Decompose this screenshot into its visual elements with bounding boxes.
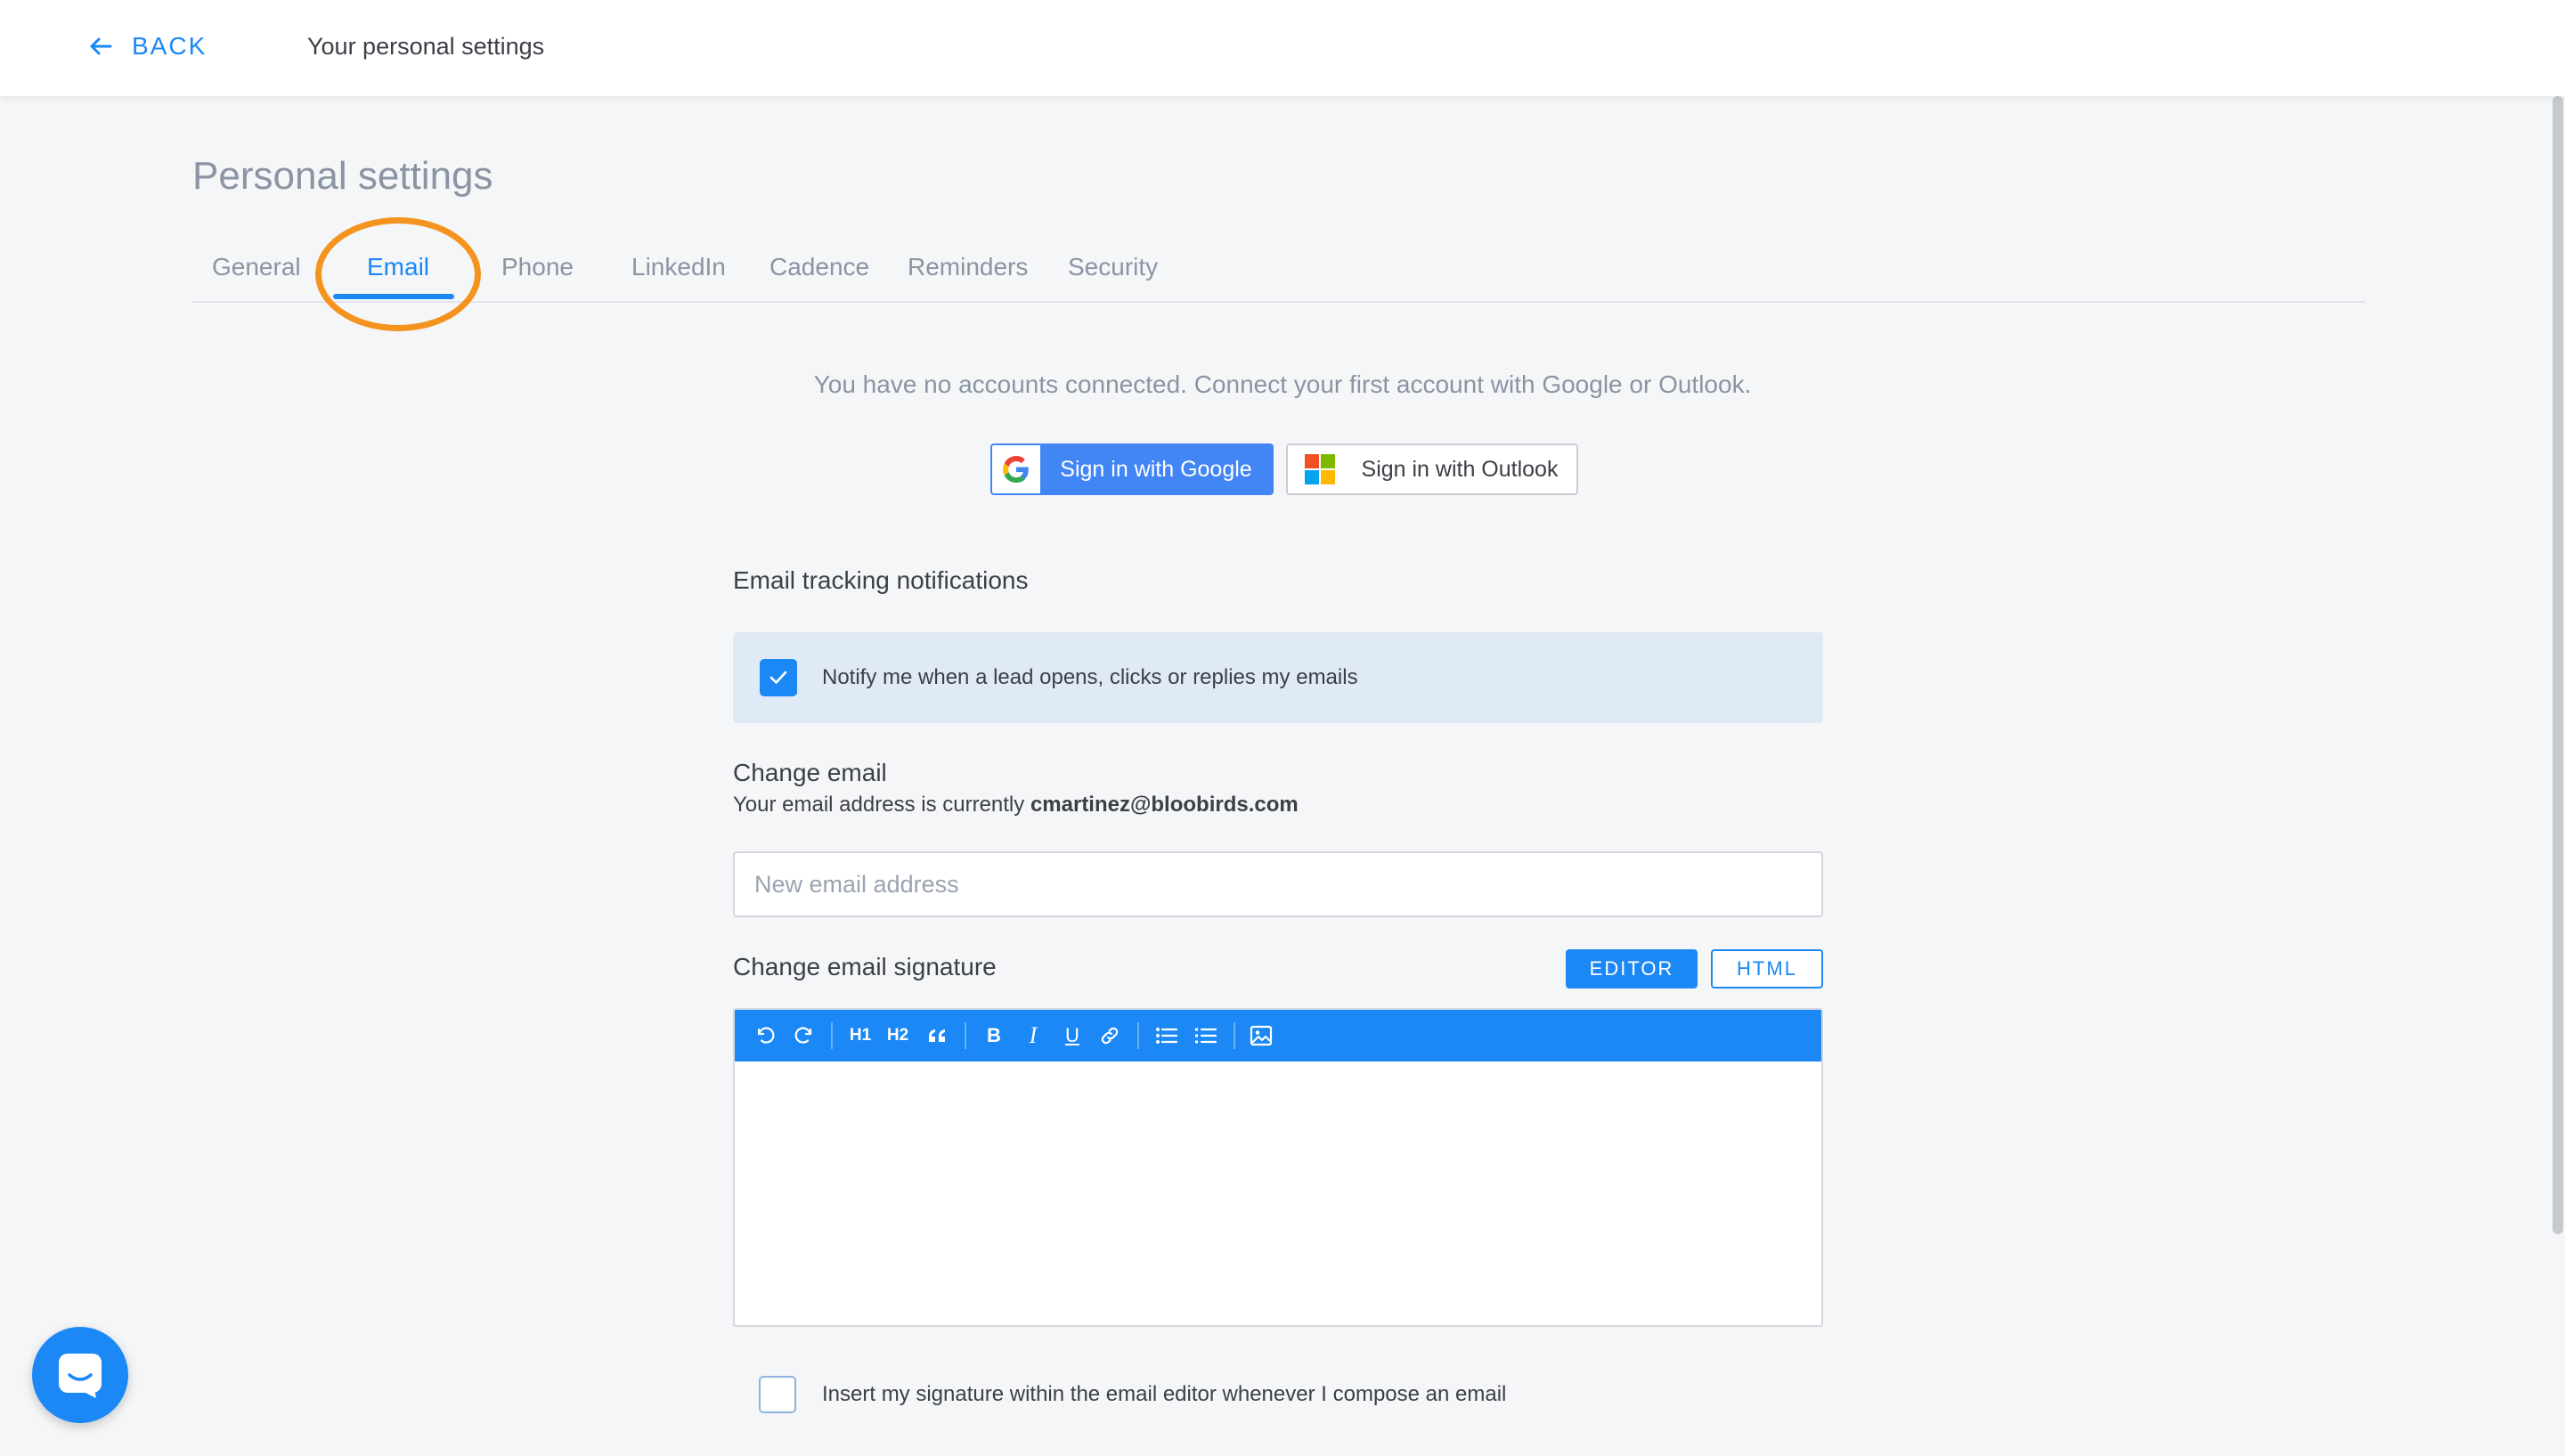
notify-checkbox[interactable] bbox=[760, 659, 797, 696]
sign-in-outlook-label: Sign in with Outlook bbox=[1361, 456, 1559, 482]
change-email-title: Change email bbox=[733, 759, 887, 786]
numbered-list-icon[interactable] bbox=[1191, 1021, 1221, 1051]
sign-in-outlook-button[interactable]: Sign in with Outlook bbox=[1286, 443, 1578, 495]
back-label: BACK bbox=[132, 32, 208, 60]
google-logo-icon bbox=[992, 445, 1040, 493]
tab-linkedin[interactable]: LinkedIn bbox=[631, 253, 726, 281]
signature-section-title: Change email signature bbox=[733, 953, 997, 980]
page-title: Personal settings bbox=[192, 154, 493, 198]
header-title: Your personal settings bbox=[307, 32, 545, 60]
sign-in-google-button[interactable]: Sign in with Google bbox=[990, 443, 1274, 495]
insert-signature-checkbox[interactable] bbox=[759, 1376, 796, 1413]
active-tab-indicator bbox=[333, 294, 454, 299]
settings-tabs: General Email Phone LinkedIn Cadence Rem… bbox=[192, 240, 2366, 303]
quote-icon[interactable] bbox=[922, 1021, 952, 1051]
current-email-text: Your email address is currently cmartine… bbox=[733, 793, 1299, 817]
sign-in-google-label: Sign in with Google bbox=[1060, 456, 1252, 482]
toolbar-separator bbox=[965, 1022, 966, 1049]
chat-icon bbox=[59, 1354, 102, 1398]
toolbar-separator bbox=[1137, 1022, 1139, 1049]
current-email-address: cmartinez@bloobirds.com bbox=[1030, 793, 1299, 817]
checkmark-icon bbox=[770, 671, 787, 684]
notify-option: Notify me when a lead opens, clicks or r… bbox=[733, 632, 1823, 723]
no-accounts-message: You have no accounts connected. Connect … bbox=[813, 370, 1752, 398]
undo-icon[interactable] bbox=[751, 1021, 781, 1051]
tracking-section-title: Email tracking notifications bbox=[733, 566, 1029, 594]
tab-cadence[interactable]: Cadence bbox=[770, 253, 869, 281]
current-email-prefix: Your email address is currently bbox=[733, 793, 1025, 817]
heading-2-button[interactable]: H2 bbox=[883, 1021, 913, 1051]
new-email-input[interactable] bbox=[733, 851, 1823, 917]
chat-launcher-button[interactable] bbox=[32, 1327, 128, 1423]
tab-general[interactable]: General bbox=[212, 253, 301, 281]
microsoft-logo-icon bbox=[1288, 445, 1352, 493]
image-icon[interactable] bbox=[1246, 1021, 1276, 1051]
bold-button[interactable]: B bbox=[979, 1021, 1009, 1051]
top-bar: BACK Your personal settings bbox=[0, 0, 2565, 96]
html-mode-button[interactable]: HTML bbox=[1711, 949, 1823, 988]
editor-mode-button[interactable]: EDITOR bbox=[1566, 949, 1698, 988]
notify-label: Notify me when a lead opens, clicks or r… bbox=[822, 665, 1358, 689]
bulleted-list-icon[interactable] bbox=[1152, 1021, 1182, 1051]
toolbar-separator bbox=[831, 1022, 833, 1049]
redo-icon[interactable] bbox=[788, 1021, 818, 1051]
signature-editor: H1 H2 B I U bbox=[733, 1008, 1823, 1327]
back-button[interactable]: BACK bbox=[89, 27, 207, 66]
arrow-left-icon bbox=[90, 37, 112, 55]
signature-editor-body[interactable] bbox=[735, 1061, 1821, 1325]
link-icon[interactable] bbox=[1095, 1021, 1125, 1051]
tab-email[interactable]: Email bbox=[367, 253, 429, 281]
page-scrollbar[interactable] bbox=[2553, 96, 2563, 1234]
toolbar-separator bbox=[1234, 1022, 1235, 1049]
tab-security[interactable]: Security bbox=[1068, 253, 1158, 281]
insert-signature-label: Insert my signature within the email edi… bbox=[822, 1382, 1507, 1406]
heading-1-button[interactable]: H1 bbox=[845, 1021, 875, 1051]
tab-reminders[interactable]: Reminders bbox=[908, 253, 1028, 281]
tab-phone[interactable]: Phone bbox=[501, 253, 574, 281]
italic-button[interactable]: I bbox=[1018, 1021, 1048, 1051]
underline-button[interactable]: U bbox=[1057, 1021, 1087, 1051]
editor-toolbar: H1 H2 B I U bbox=[735, 1010, 1821, 1061]
